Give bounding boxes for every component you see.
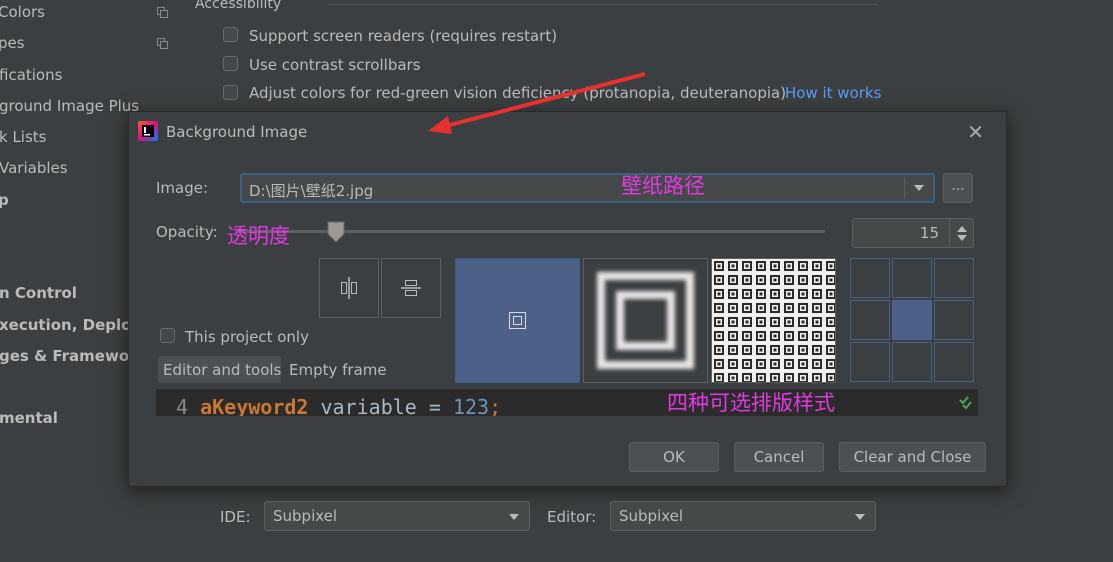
dialog-title: Background Image (166, 123, 308, 141)
editor-antialias-combobox[interactable]: Subpixel (610, 501, 876, 531)
color-deficiency-checkbox[interactable] (223, 85, 238, 100)
tab-empty-frame[interactable]: Empty frame (289, 361, 387, 379)
intellij-app-icon (138, 121, 158, 141)
accessibility-section-title: Accessibility (195, 0, 282, 12)
editor-antialias-label: Editor: (547, 508, 597, 526)
annotation-wallpaper-path: 壁纸路径 (621, 174, 705, 198)
cancel-button[interactable]: Cancel (734, 442, 824, 472)
spinner-separator (949, 219, 950, 247)
anchor-bottom-left[interactable] (850, 342, 890, 382)
anchor-middle-right[interactable] (934, 300, 974, 340)
line-number: 4 (176, 395, 189, 416)
contrast-scrollbars-label: Use contrast scrollbars (249, 56, 421, 74)
center-square-icon (509, 312, 526, 329)
scaled-square-icon (597, 272, 694, 369)
editor-preview: 4 aKeyword2 variable = 123; (156, 389, 978, 416)
image-path-combobox[interactable]: D:\图片\壁纸2.jpg (240, 173, 935, 203)
sidebar-item-schemes[interactable]: pes (0, 34, 25, 52)
sidebar-item-path-variables[interactable]: Variables (0, 159, 68, 177)
background-image-dialog: Background Image ✕ Image: D:\图片\壁纸2.jpg … (128, 111, 1007, 487)
ok-button[interactable]: OK (629, 442, 719, 472)
opacity-slider-thumb[interactable] (327, 221, 345, 243)
sidebar-item-background-image-plus[interactable]: ground Image Plus (0, 97, 139, 115)
align-horizontal-center-button[interactable] (319, 258, 379, 318)
copy-icon (157, 7, 168, 18)
sidebar-item-languages-frameworks[interactable]: ges & Framewor (0, 347, 137, 365)
browse-button[interactable]: ... (943, 173, 973, 203)
anchor-bottom-center[interactable] (892, 342, 932, 382)
chevron-down-icon[interactable] (855, 514, 865, 520)
opacity-spinner[interactable]: 15 (852, 218, 974, 248)
this-project-only-checkbox[interactable] (160, 328, 175, 343)
opacity-value: 15 (919, 224, 939, 242)
sidebar-item-colors[interactable]: Colors (0, 3, 45, 21)
sidebar-item-quick-lists[interactable]: k Lists (0, 128, 47, 146)
anchor-middle-left[interactable] (850, 300, 890, 340)
red-arrow-annotation (428, 72, 646, 134)
copy-icon (157, 38, 168, 49)
tiled-squares-icon (712, 259, 835, 382)
how-it-works-link[interactable]: How it works (785, 84, 881, 102)
close-icon[interactable]: ✕ (967, 120, 984, 144)
code-end: ; (489, 395, 502, 416)
code-text: variable = (308, 395, 453, 416)
code-number: 123 (452, 395, 490, 416)
opacity-label: Opacity: (156, 223, 218, 241)
ide-antialias-combobox[interactable]: Subpixel (264, 501, 530, 531)
chevron-down-icon[interactable] (914, 185, 924, 191)
annotation-opacity: 透明度 (227, 224, 290, 248)
anchor-center[interactable] (892, 300, 932, 340)
sidebar-item-experimental[interactable]: mental (0, 409, 58, 427)
sidebar-item-keymap[interactable]: p (0, 191, 9, 209)
anchor-top-right[interactable] (934, 258, 974, 298)
code-line: 4 aKeyword2 variable = 123; (176, 395, 501, 416)
screen-readers-label: Support screen readers (requires restart… (249, 27, 558, 45)
fill-mode-scale-tile[interactable] (583, 258, 708, 383)
anchor-top-left[interactable] (850, 258, 890, 298)
inspection-ok-icon (959, 396, 972, 409)
ide-antialias-value: Subpixel (273, 507, 338, 525)
code-keyword: aKeyword2 (200, 395, 309, 416)
fill-mode-tile-tile[interactable] (711, 258, 836, 383)
align-vertical-center-icon (401, 280, 421, 296)
spinner-down-icon[interactable] (957, 235, 967, 241)
combo-separator (904, 177, 905, 199)
sidebar-item-version-control[interactable]: n Control (0, 284, 77, 302)
contrast-scrollbars-checkbox[interactable] (223, 56, 238, 71)
sidebar-item-notifications[interactable]: fications (0, 66, 62, 84)
sidebar-item-build-execution-deployment[interactable]: xecution, Deploy (0, 316, 141, 334)
opacity-slider-track[interactable] (236, 230, 825, 233)
spinner-up-icon[interactable] (957, 226, 967, 232)
this-project-only-label: This project only (185, 328, 309, 346)
editor-antialias-value: Subpixel (619, 507, 684, 525)
clear-and-close-button[interactable]: Clear and Close (839, 442, 986, 472)
anchor-top-center[interactable] (892, 258, 932, 298)
align-horizontal-center-icon (341, 277, 357, 299)
image-path-value: D:\图片\壁纸2.jpg (249, 182, 374, 200)
chevron-down-icon[interactable] (509, 514, 519, 520)
image-label: Image: (156, 179, 209, 197)
fill-mode-center-tile[interactable] (455, 258, 580, 383)
screen-readers-checkbox[interactable] (223, 27, 238, 42)
anchor-bottom-right[interactable] (934, 342, 974, 382)
ide-antialias-label: IDE: (220, 508, 251, 526)
annotation-layout-styles: 四种可选排版样式 (667, 391, 835, 415)
section-divider (328, 4, 878, 5)
align-vertical-center-button[interactable] (381, 258, 441, 318)
tab-editor-and-tools[interactable]: Editor and tools (163, 361, 281, 379)
